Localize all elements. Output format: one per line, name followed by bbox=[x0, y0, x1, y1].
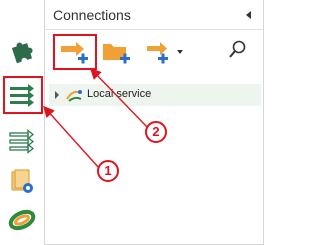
callout-badge-1: 1 bbox=[97, 160, 119, 182]
callout-1-arrow bbox=[43, 105, 100, 169]
highlight-box-connections bbox=[3, 76, 43, 114]
highlight-box-add-connection bbox=[53, 34, 97, 70]
callout-2-arrow bbox=[90, 67, 149, 129]
callout-lines bbox=[43, 67, 149, 169]
callout-badge-2: 2 bbox=[145, 121, 167, 143]
